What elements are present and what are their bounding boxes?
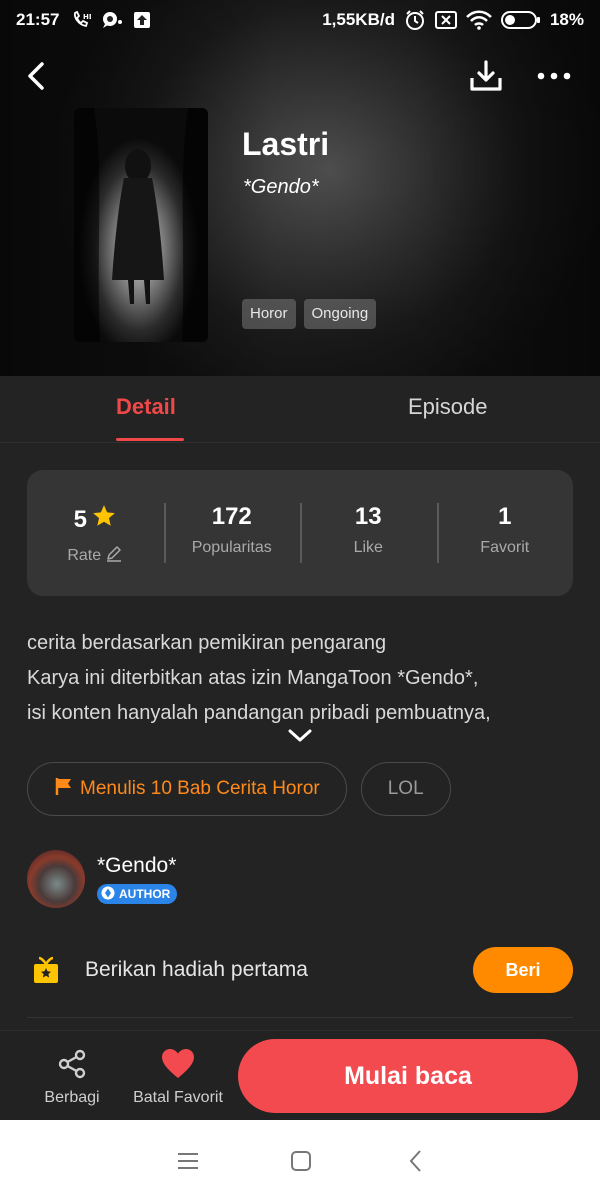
download-icon[interactable] xyxy=(468,58,504,94)
rate-value: 5 xyxy=(73,505,87,533)
chip-row: Menulis 10 Bab Cerita Horor LOL xyxy=(27,762,451,816)
home-square-icon[interactable] xyxy=(288,1148,314,1174)
gift-text: Berikan hadiah pertama xyxy=(85,958,308,981)
call-icon: HD xyxy=(71,10,91,30)
favorite-value: 1 xyxy=(498,503,512,530)
description-line: Karya ini diterbitkan atas izin MangaToo… xyxy=(27,667,479,689)
svg-text:HD: HD xyxy=(83,13,91,21)
author-name[interactable]: *Gendo* xyxy=(97,854,176,878)
stat-favorite: 1 Favorit xyxy=(436,503,574,563)
top-app-bar xyxy=(0,52,600,102)
stat-like: 13 Like xyxy=(300,503,437,563)
alarm-icon xyxy=(404,9,426,31)
gift-row: Berikan hadiah pertama Beri xyxy=(27,946,573,996)
status-bar: 21:57 HD 1,55KB/d 18% xyxy=(0,0,600,40)
rate-label: Rate xyxy=(67,546,102,564)
more-dots-icon[interactable] xyxy=(534,60,574,92)
divider xyxy=(27,1017,573,1018)
popularity-value: 172 xyxy=(211,503,252,530)
unfavorite-label: Batal Favorit xyxy=(133,1089,223,1106)
tab-indicator xyxy=(116,438,184,441)
challenge-chip[interactable]: Menulis 10 Bab Cerita Horor xyxy=(27,762,347,816)
book-description: cerita berdasarkan pemikiran pengarang K… xyxy=(27,626,573,731)
share-icon xyxy=(38,1047,106,1081)
like-label: Like xyxy=(353,539,383,556)
tab-bar: Detail Episode xyxy=(0,376,600,443)
challenge-chip-label: Menulis 10 Bab Cerita Horor xyxy=(80,778,320,799)
start-reading-button[interactable]: Mulai baca xyxy=(238,1039,578,1113)
edit-pencil-icon[interactable] xyxy=(105,544,123,567)
unfavorite-button[interactable]: Batal Favorit xyxy=(128,1047,228,1107)
upload-icon xyxy=(133,11,151,29)
flag-icon xyxy=(54,776,74,802)
back-arrow-icon[interactable] xyxy=(22,60,54,92)
share-button[interactable]: Berbagi xyxy=(38,1047,106,1107)
star-icon xyxy=(91,503,117,536)
share-label: Berbagi xyxy=(44,1089,100,1106)
book-tags: Horor Ongoing xyxy=(242,299,377,329)
stat-popularity: 172 Popularitas xyxy=(163,503,301,563)
wifi-icon xyxy=(466,10,492,30)
system-nav-bar xyxy=(0,1120,600,1200)
chevron-down-icon[interactable] xyxy=(286,726,314,746)
heart-icon xyxy=(128,1047,228,1081)
tab-episode[interactable]: Episode xyxy=(408,394,488,420)
bottom-action-bar: Berbagi Batal Favorit Mulai baca xyxy=(0,1030,600,1120)
like-value: 13 xyxy=(354,503,382,530)
lol-chip[interactable]: LOL xyxy=(360,762,451,816)
book-author[interactable]: *Gendo* xyxy=(243,176,319,199)
sim-x-icon xyxy=(434,11,457,29)
author-row[interactable]: *Gendo* AUTHOR xyxy=(27,850,573,910)
give-gift-button[interactable]: Beri xyxy=(473,947,573,993)
battery-level: 18% xyxy=(549,10,584,29)
menu-icon[interactable] xyxy=(175,1148,201,1174)
tag-status: Ongoing xyxy=(303,299,377,329)
gift-icon xyxy=(31,955,61,985)
battery-icon xyxy=(500,10,541,30)
status-time: 21:57 xyxy=(16,10,60,29)
nav-back-icon[interactable] xyxy=(404,1148,430,1174)
detail-content: Detail Episode 5 Rate 172 Popularitas 13… xyxy=(0,376,600,1120)
author-badge: AUTHOR xyxy=(97,884,178,904)
stat-rate[interactable]: 5 Rate xyxy=(27,503,164,564)
author-badge-label: AUTHOR xyxy=(119,887,171,901)
network-speed: 1,55KB/d xyxy=(322,10,395,29)
avatar[interactable] xyxy=(27,850,85,908)
tab-detail[interactable]: Detail xyxy=(116,394,176,420)
stats-card: 5 Rate 172 Popularitas 13 Like 1 Favorit xyxy=(27,470,573,596)
author-badge-icon xyxy=(101,886,115,903)
book-title: Lastri xyxy=(242,126,330,162)
description-line: cerita berdasarkan pemikiran pengarang xyxy=(27,632,387,654)
favorite-label: Favorit xyxy=(480,539,530,556)
tag-genre[interactable]: Horor xyxy=(242,299,296,329)
chat-icon xyxy=(101,10,123,30)
book-cover[interactable] xyxy=(74,108,208,342)
popularity-label: Popularitas xyxy=(191,539,272,556)
